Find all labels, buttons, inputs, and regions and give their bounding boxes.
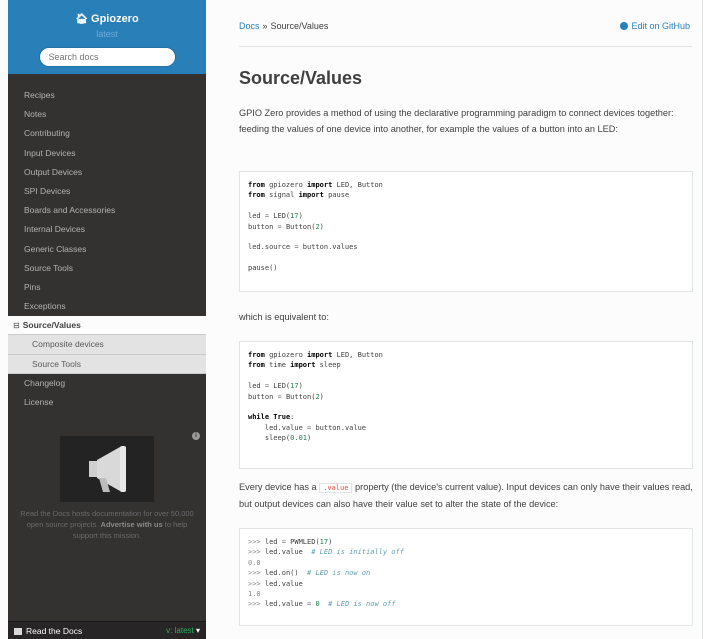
main-content: Docs» Source/Values Edit on GitHub Source… (206, 0, 703, 639)
sidebar: 🏠︎Gpiozero latest Recipes Notes Contribu… (8, 0, 206, 639)
code-block-1: from gpiozero import LED, Button from si… (239, 171, 693, 292)
page-title: Source/Values (239, 68, 363, 88)
sidebar-item-label: Source/Values (22, 320, 81, 331)
project-name: Gpiozero (91, 13, 139, 25)
edit-on-github-link[interactable]: Edit on GitHub (620, 21, 690, 31)
sidebar-ad: i Read the Docs hosts documentation for … (8, 428, 206, 618)
sidebar-item-boards-and-accessories[interactable]: Boards and Accessories (8, 201, 206, 220)
sidebar-item-source-values[interactable]: ⊟ Source/Values (8, 316, 206, 336)
collapse-icon[interactable]: ⊟ (13, 321, 20, 330)
home-icon: 🏠︎ (75, 14, 89, 25)
megaphone-icon (89, 446, 126, 492)
inline-code-value: .value (319, 483, 353, 493)
version-selector[interactable]: v: latest ▾ (166, 626, 200, 635)
rtd-label: Read the Docs (14, 626, 82, 636)
code-block-3: >>> led = PWMLED(17) >>> led.value # LED… (239, 528, 693, 626)
sidebar-item-contributing[interactable]: Contributing (8, 124, 206, 143)
sidebar-item-changelog[interactable]: Changelog (8, 374, 206, 393)
version-label: latest (96, 29, 118, 39)
sidebar-item-license[interactable]: License (8, 393, 206, 412)
advertise-link[interactable]: Advertise with us (101, 520, 163, 529)
sidebar-header: 🏠︎ Gpiozero latest (8, 0, 206, 74)
sidebar-subitem-composite-devices[interactable]: Composite devices (8, 335, 206, 355)
sidebar-item-notes[interactable]: Notes (8, 105, 206, 124)
breadcrumb: Docs» Source/Values (239, 21, 328, 31)
info-icon[interactable]: i (192, 432, 200, 440)
sidebar-item-internal-devices[interactable]: Internal Devices (8, 220, 206, 239)
sidebar-item-output-devices[interactable]: Output Devices (8, 163, 206, 182)
caret-down-icon: ▾ (195, 626, 200, 635)
divider (239, 46, 692, 47)
value-property-paragraph: Every device has a .value property (the … (239, 482, 693, 509)
sidebar-item-pins[interactable]: Pins (8, 278, 206, 297)
sidebar-item-exceptions[interactable]: Exceptions (8, 297, 206, 316)
breadcrumb-current: Source/Values (270, 21, 329, 31)
project-link[interactable]: 🏠︎ Gpiozero (8, 13, 206, 25)
sidebar-item-source-tools[interactable]: Source Tools (8, 259, 206, 278)
rtd-version-bar[interactable]: Read the Docs v: latest ▾ (8, 621, 206, 639)
sidebar-item-input-devices[interactable]: Input Devices (8, 144, 206, 163)
code-block-2: from gpiozero import LED, Button from ti… (239, 341, 693, 469)
intro-paragraph: GPIO Zero provides a method of using the… (239, 108, 674, 134)
sidebar-nav: Recipes Notes Contributing Input Devices… (8, 86, 206, 412)
sidebar-subitem-source-tools[interactable]: Source Tools (8, 354, 206, 374)
sidebar-item-spi-devices[interactable]: SPI Devices (8, 182, 206, 201)
breadcrumb-docs-link[interactable]: Docs (239, 21, 260, 31)
search-input[interactable] (38, 47, 176, 67)
sidebar-item-generic-classes[interactable]: Generic Classes (8, 240, 206, 259)
sidebar-item-recipes[interactable]: Recipes (8, 86, 206, 105)
equivalent-paragraph: which is equivalent to: (239, 312, 329, 322)
book-icon (14, 628, 22, 635)
breadcrumb-separator: » (262, 21, 268, 31)
ad-image[interactable] (60, 436, 154, 502)
ad-text: Read the Docs hosts documentation for ov… (20, 509, 194, 540)
github-icon (620, 22, 629, 30)
